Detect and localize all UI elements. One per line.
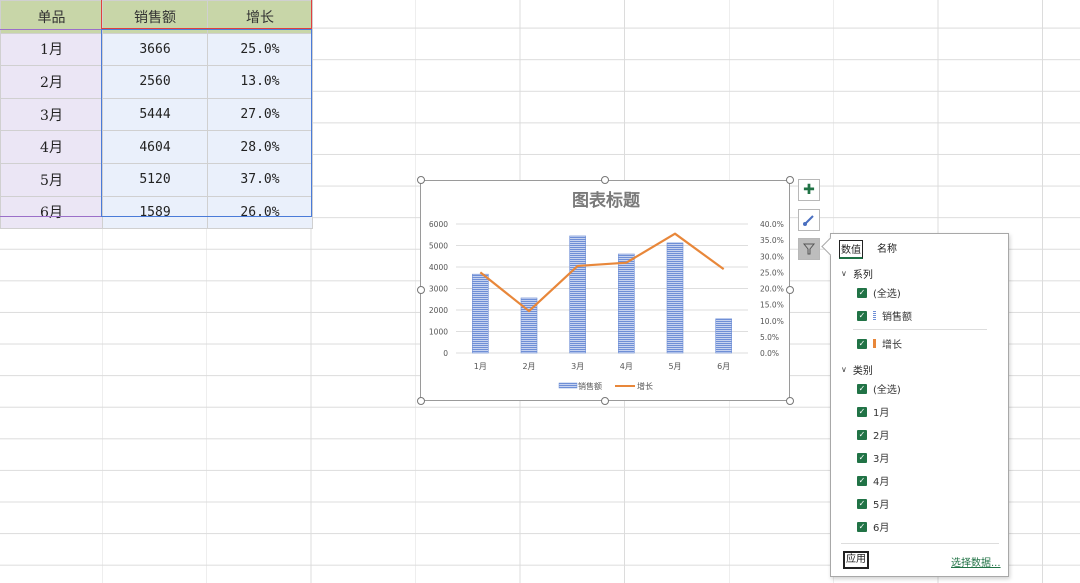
series-divider xyxy=(853,329,987,330)
series-section-label: 系列 xyxy=(852,270,873,281)
y-right-tick-label: 15.0% xyxy=(760,301,784,310)
category-item-may[interactable]: ✓ 5月 xyxy=(857,496,889,511)
resize-handle-top-left[interactable] xyxy=(417,176,425,184)
x-tick-label: 6月 xyxy=(717,362,730,371)
y-right-tick-label: 10.0% xyxy=(760,317,784,326)
category-range-highlight xyxy=(0,29,102,217)
resize-handle-left[interactable] xyxy=(417,286,425,294)
series-item-label: 销售额 xyxy=(882,312,912,323)
y-left-tick-label: 6000 xyxy=(429,220,448,229)
category-item-all[interactable]: ✓ (全选) xyxy=(857,381,901,396)
category-item-label: 1月 xyxy=(873,408,890,419)
y-left-tick-label: 3000 xyxy=(429,285,448,294)
resize-handle-bottom-left[interactable] xyxy=(417,397,425,405)
checkbox-checked-icon[interactable]: ✓ xyxy=(857,521,867,532)
bar xyxy=(715,318,732,354)
checkbox-checked-icon[interactable]: ✓ xyxy=(857,429,867,440)
category-section-label: 类别 xyxy=(852,366,873,377)
series-item-all[interactable]: ✓ (全选) xyxy=(857,285,901,300)
resize-handle-top[interactable] xyxy=(601,176,609,184)
series-section-header[interactable]: ∨ 系列 xyxy=(841,266,873,281)
apply-button[interactable]: 应用 xyxy=(843,551,869,569)
category-item-mar[interactable]: ✓ 3月 xyxy=(857,450,889,465)
checkbox-checked-icon[interactable]: ✓ xyxy=(857,475,867,486)
category-item-label: 4月 xyxy=(873,477,890,488)
category-item-label: 3月 xyxy=(873,454,890,465)
y-right-tick-label: 20.0% xyxy=(760,285,784,294)
checkbox-checked-icon[interactable]: ✓ xyxy=(857,383,867,394)
bar xyxy=(569,235,586,354)
category-item-jun[interactable]: ✓ 6月 xyxy=(857,519,889,534)
combo-chart[interactable]: 图表标题 0 1000 2000 3000 4000 5000 6000 0.0% 5.0% 10.… xyxy=(420,180,790,401)
chart-filter-panel: 数值 名称 ∨ 系列 ✓ (全选) ✓ 销售额 ✓ 增长 ∨ 类别 ✓ (全选)… xyxy=(821,233,1009,577)
chart-svg: 图表标题 0 1000 2000 3000 4000 5000 6000 0.0% 5.0% 10.… xyxy=(429,190,784,391)
y-right-tick-label: 40.0% xyxy=(760,220,784,229)
resize-handle-top-right[interactable] xyxy=(786,176,794,184)
checkbox-checked-icon[interactable]: ✓ xyxy=(857,452,867,463)
category-item-label: 5月 xyxy=(873,500,890,511)
series-item-label: 增长 xyxy=(882,340,902,351)
checkbox-checked-icon[interactable]: ✓ xyxy=(857,310,867,321)
tab-values[interactable]: 数值 xyxy=(839,240,863,259)
footer-divider xyxy=(841,543,999,544)
chevron-down-icon: ∨ xyxy=(841,269,847,278)
y-left-tick-label: 2000 xyxy=(429,306,448,315)
category-item-jan[interactable]: ✓ 1月 xyxy=(857,404,889,419)
series-item-label: (全选) xyxy=(873,289,901,300)
y-left-tick-label: 5000 xyxy=(429,242,448,251)
legend-label: 销售额 xyxy=(578,381,602,391)
filter-tabs: 数值 名称 xyxy=(839,240,897,259)
category-section-header[interactable]: ∨ 类别 xyxy=(841,362,873,377)
category-item-label: 2月 xyxy=(873,431,890,442)
tab-names[interactable]: 名称 xyxy=(877,240,897,259)
chart-filters-button[interactable] xyxy=(798,238,820,260)
x-tick-label: 2月 xyxy=(522,362,535,371)
category-item-label: (全选) xyxy=(873,385,901,396)
chart-elements-button[interactable]: ✚ xyxy=(798,179,820,201)
checkbox-checked-icon[interactable]: ✓ xyxy=(857,498,867,509)
series-name-range-highlight xyxy=(101,0,312,29)
chevron-down-icon: ∨ xyxy=(841,365,847,374)
x-tick-label: 3月 xyxy=(571,362,584,371)
funnel-icon xyxy=(802,243,816,255)
plus-icon: ✚ xyxy=(803,182,815,198)
checkbox-checked-icon[interactable]: ✓ xyxy=(857,406,867,417)
y-right-tick-label: 30.0% xyxy=(760,252,784,261)
y-right-tick-label: 5.0% xyxy=(760,333,779,342)
bar-series-swatch-icon xyxy=(873,311,876,320)
y-right-tick-label: 0.0% xyxy=(760,349,779,358)
legend-bar-swatch xyxy=(558,382,578,389)
bar xyxy=(472,273,489,354)
checkbox-checked-icon[interactable]: ✓ xyxy=(857,287,867,298)
chart-styles-button[interactable] xyxy=(798,209,820,231)
brush-icon xyxy=(803,215,814,226)
series-item-growth[interactable]: ✓ 增长 xyxy=(857,336,902,351)
resize-handle-right[interactable] xyxy=(786,286,794,294)
category-item-label: 6月 xyxy=(873,523,890,534)
bar xyxy=(618,253,635,354)
bar xyxy=(666,242,684,354)
x-tick-label: 5月 xyxy=(668,362,681,371)
category-item-feb[interactable]: ✓ 2月 xyxy=(857,427,889,442)
category-item-apr[interactable]: ✓ 4月 xyxy=(857,473,889,488)
resize-handle-bottom[interactable] xyxy=(601,397,609,405)
y-left-tick-label: 4000 xyxy=(429,263,448,272)
checkbox-checked-icon[interactable]: ✓ xyxy=(857,338,867,349)
select-data-link[interactable]: 选择数据... xyxy=(951,554,1001,569)
y-left-tick-label: 0 xyxy=(443,349,448,358)
values-range-highlight xyxy=(101,29,312,217)
chart-title: 图表标题 xyxy=(572,190,641,211)
x-tick-label: 4月 xyxy=(620,362,633,371)
resize-handle-bottom-right[interactable] xyxy=(786,397,794,405)
line-series-swatch-icon xyxy=(873,339,876,348)
y-right-tick-label: 35.0% xyxy=(760,236,784,245)
y-right-tick-label: 25.0% xyxy=(760,268,784,277)
legend-label: 增长 xyxy=(637,381,653,391)
y-left-tick-label: 1000 xyxy=(429,328,448,337)
x-tick-label: 1月 xyxy=(474,362,487,371)
series-item-sales[interactable]: ✓ 销售额 xyxy=(857,308,912,323)
